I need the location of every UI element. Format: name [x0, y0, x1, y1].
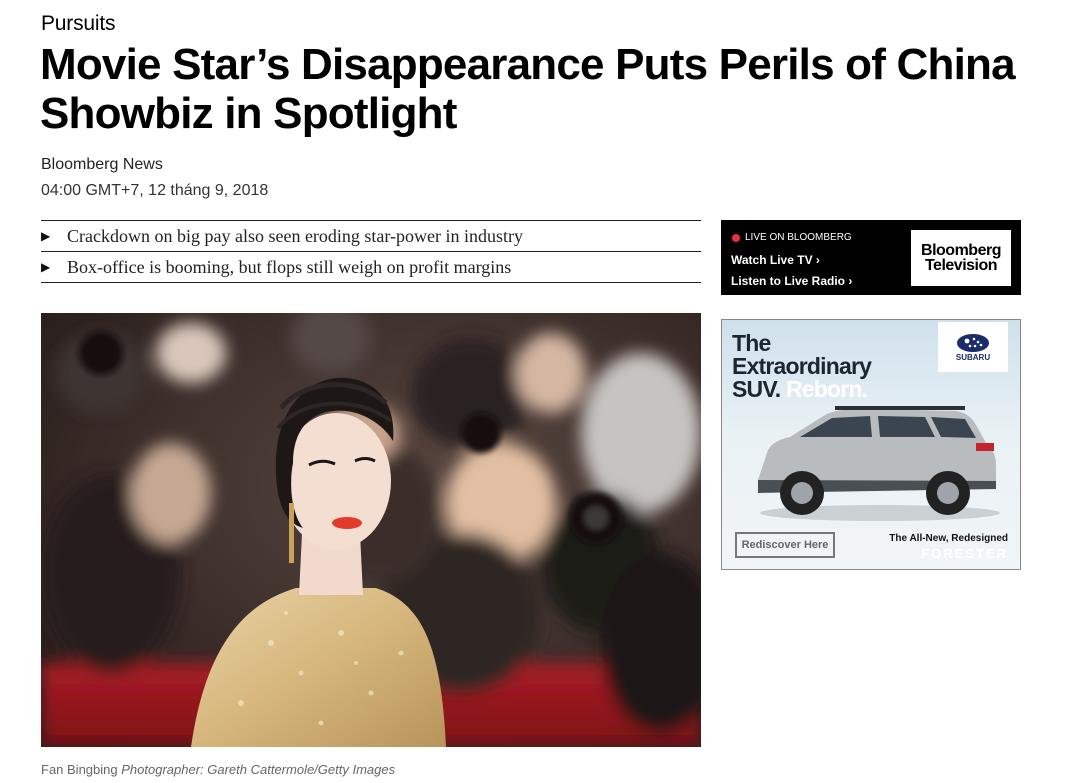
section-kicker[interactable]: Pursuits: [41, 12, 115, 36]
triangle-right-icon: ▶: [41, 228, 51, 243]
hero-photo-illustration: [41, 313, 701, 747]
logo-line-1: Bloomberg: [921, 242, 1001, 259]
subaru-ad-banner[interactable]: The Extraordinary SUV. Reborn. SUBARU Re…: [721, 319, 1021, 570]
article-summary: ▶ Crackdown on big pay also seen eroding…: [41, 220, 701, 283]
triangle-right-icon: ▶: [41, 259, 51, 274]
publish-timestamp: 04:00 GMT+7, 12 tháng 9, 2018: [41, 182, 269, 199]
caption-credit: Photographer: Gareth Cattermole/Getty Im…: [121, 762, 396, 777]
ad-headline-suv: SUV.: [732, 376, 781, 402]
logo-line-2: Television: [924, 257, 998, 274]
live-on-bloomberg-widget: LIVE ON BLOOMBERG Watch Live TV › Listen…: [721, 220, 1021, 295]
ad-model-name: FORESTER: [921, 546, 1008, 561]
article-headline: Movie Star’s Disappearance Puts Perils o…: [40, 40, 1016, 138]
listen-live-radio-label: Listen to Live Radio: [731, 274, 846, 288]
summary-item: ▶ Crackdown on big pay also seen eroding…: [41, 221, 701, 252]
suv-car-illustration: [758, 406, 1000, 521]
ad-headline: The Extraordinary SUV. Reborn.: [732, 330, 872, 401]
subaru-wordmark: SUBARU: [955, 352, 991, 362]
rediscover-here-button[interactable]: Rediscover Here: [735, 532, 835, 558]
summary-text: Box-office is booming, but flops still w…: [67, 256, 512, 277]
ad-headline-reborn: Reborn.: [785, 376, 868, 402]
listen-live-radio-link[interactable]: Listen to Live Radio ›: [731, 274, 852, 288]
bloomberg-television-logo[interactable]: Bloomberg Television: [911, 230, 1011, 286]
watch-live-tv-link[interactable]: Watch Live TV ›: [731, 253, 820, 267]
subaru-stars-icon: [957, 333, 989, 352]
ad-headline-line-3: SUV. Reborn.: [732, 378, 871, 401]
byline-author[interactable]: Bloomberg News: [41, 156, 163, 174]
live-status: LIVE ON BLOOMBERG: [732, 232, 852, 243]
ad-headline-line-1: The: [732, 330, 771, 356]
watch-live-tv-label: Watch Live TV: [731, 253, 813, 267]
summary-text: Crackdown on big pay also seen eroding s…: [67, 225, 524, 246]
caption-subject: Fan Bingbing: [41, 762, 118, 777]
live-dot-icon: [732, 233, 740, 242]
chevron-right-icon: ›: [815, 253, 820, 267]
ad-tagline: The All-New, Redesigned: [889, 533, 1008, 544]
live-status-label: LIVE ON BLOOMBERG: [745, 232, 852, 243]
ad-headline-line-2: Extraordinary: [732, 353, 872, 379]
hero-photo: [41, 313, 701, 747]
summary-item: ▶ Box-office is booming, but flops still…: [41, 252, 701, 283]
subaru-logo: SUBARU: [938, 322, 1008, 372]
photo-caption: Fan Bingbing Photographer: Gareth Catter…: [41, 762, 395, 777]
chevron-right-icon: ›: [848, 274, 853, 288]
